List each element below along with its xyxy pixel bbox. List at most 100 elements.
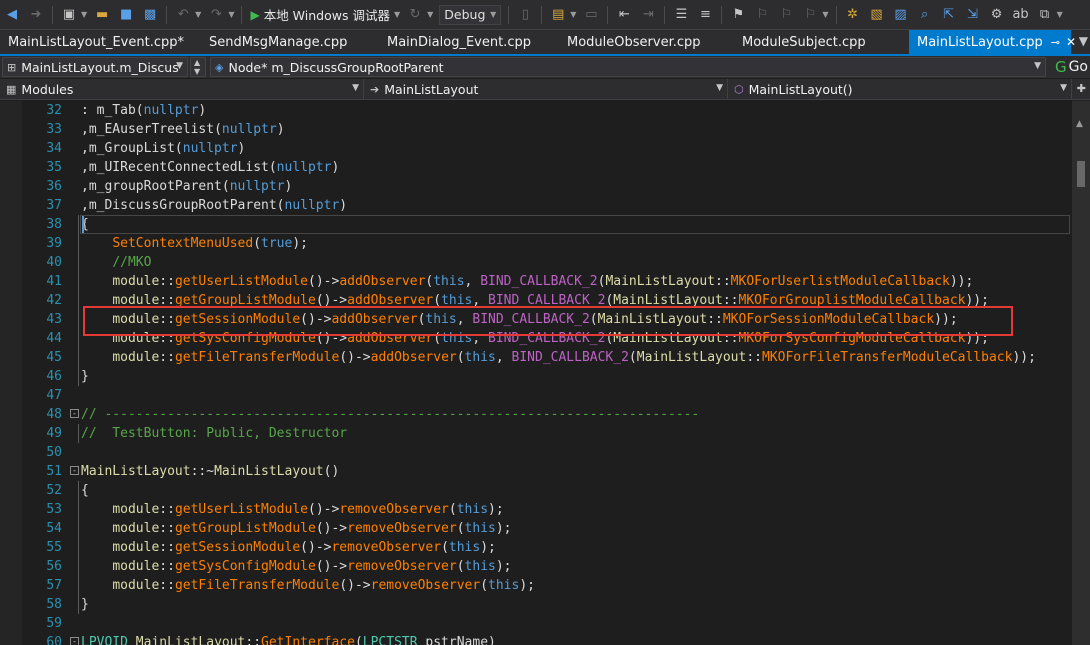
new-project-icon[interactable]: ▣ [58,4,80,26]
refresh-icon[interactable]: ↻ [404,4,426,26]
code-line[interactable]: 35 ,m_UIRecentConnectedList(nullptr) [0,158,1072,177]
undo-icon[interactable]: ↶ [172,4,194,26]
chevron-down-icon[interactable]: ▼ [822,10,828,19]
window-icon[interactable]: ▭ [580,4,602,26]
code-line[interactable]: 32: m_Tab(nullptr) [0,101,1072,120]
function-combo[interactable]: ⬡ MainListLayout() ▼ [728,79,1072,99]
code-line[interactable]: 36 ,m_groupRootParent(nullptr) [0,177,1072,196]
tool-icon[interactable]: ⧉ [1034,4,1056,26]
split-window-icon[interactable]: ✚ [1077,82,1086,95]
code-line[interactable]: 52 { [0,481,1072,500]
tool-icon[interactable]: ⚙ [986,4,1008,26]
open-folder-icon[interactable]: ▬ [91,4,113,26]
go-button[interactable]: G Go [1055,57,1088,77]
code-token: m_EAuserTreelist [88,122,215,137]
code-token: :: [159,331,175,346]
code-token: MainListLayout [613,331,723,346]
code-line[interactable]: 53 module::getUserListModule()->removeOb… [0,500,1072,519]
chevron-down-icon[interactable]: ▼ [81,10,87,19]
next-bookmark-icon[interactable]: ⚐ [775,4,797,26]
combo-spinner[interactable]: ▲ ▼ [190,57,206,77]
close-icon[interactable]: ✕ [1066,35,1076,49]
code-line[interactable]: 58} [0,595,1072,614]
redo-icon[interactable]: ↷ [205,4,227,26]
outdent-icon[interactable]: ⇤ [613,4,635,26]
chevron-down-icon[interactable]: ▼ [1057,10,1063,19]
code-token: // -------------------------------------… [81,407,700,422]
chevron-down-icon[interactable]: ▼ [228,10,234,19]
scrollbar-thumb[interactable] [1077,161,1085,187]
fold-toggle-icon[interactable]: - [70,637,79,645]
tool-icon[interactable]: ▧ [866,4,888,26]
clear-bookmarks-icon[interactable]: ⚐ [799,4,821,26]
code-line[interactable]: 48-// ----------------------------------… [0,405,1072,424]
tab-maindialog-event[interactable]: MainDialog_Event.cpp [379,30,559,54]
chevron-down-icon: ▼ [716,83,723,93]
code-token: , [464,274,481,289]
indent-icon[interactable]: ⇥ [637,4,659,26]
code-line[interactable]: 47 [0,386,1072,405]
code-line[interactable]: 59 [0,614,1072,633]
tab-mainlistlayout-event[interactable]: MainListLayout_Event.cpp* [0,30,201,54]
code-token: ( [174,141,183,156]
device-icon[interactable]: ▯ [514,4,536,26]
code-line[interactable]: 34 ,m_GroupList(nullptr) [0,139,1072,158]
forward-icon[interactable]: ➜ [25,4,47,26]
tab-overflow-icon[interactable]: ▼ [1079,34,1088,48]
scope-combo[interactable]: ➔ MainListLayout ▼ [364,79,728,99]
pin-icon[interactable]: ⊸ [1051,36,1060,49]
previous-bookmark-icon[interactable]: ⚐ [751,4,773,26]
code-line[interactable]: 43 module::getSessionModule()->addObserv… [0,310,1072,329]
abc-spell-icon[interactable]: ab [1010,4,1032,26]
code-line[interactable]: 37 ,m_DiscussGroupRootParent(nullptr) [0,196,1072,215]
code-line[interactable]: 51- MainListLayout::~MainListLayout() [0,462,1072,481]
save-icon[interactable]: ■ [115,4,137,26]
code-line[interactable]: 38{ [0,215,1072,234]
navigate-icon[interactable]: ⇱ [938,4,960,26]
code-line[interactable]: 39 SetContextMenuUsed(true); [0,234,1072,253]
save-all-icon[interactable]: ▩ [139,4,161,26]
chevron-down-icon[interactable]: ▼ [570,10,576,19]
fold-toggle-icon[interactable]: - [70,409,79,418]
uncomment-lines-icon[interactable]: ≡ [694,4,716,26]
fold-toggle-icon[interactable]: - [70,466,79,475]
line-number: 47 [46,388,62,403]
class-member-combo[interactable]: ⊞ MainListLayout.m_Discus ▼ [2,57,188,77]
tab-mainlistlayout[interactable]: MainListLayout.cpp ⊸ ✕ [909,30,1076,54]
code-line[interactable]: 56 module::getSysConfigModule()->removeO… [0,557,1072,576]
tab-sendmsgmanage[interactable]: SendMsgManage.cpp [201,30,379,54]
code-line[interactable]: 33 ,m_EAuserTreelist(nullptr) [0,120,1072,139]
code-line[interactable]: 42 module::getGroupListModule()->addObse… [0,291,1072,310]
find-in-files-icon[interactable]: ▤ [547,4,569,26]
comment-lines-icon[interactable]: ☰ [670,4,692,26]
chevron-down-icon[interactable]: ▼ [394,10,400,19]
code-line[interactable]: 46} [0,367,1072,386]
scroll-up-icon[interactable]: ▲ [1076,119,1083,129]
tab-moduleobserver[interactable]: ModuleObserver.cpp [559,30,734,54]
code-line[interactable]: 54 module::getGroupListModule()->removeO… [0,519,1072,538]
tab-modulesubject[interactable]: ModuleSubject.cpp [734,30,909,54]
start-debugging-button[interactable]: ▶ 本地 Windows 调试器 [246,5,393,24]
bookmark-icon[interactable]: ⚑ [727,4,749,26]
code-line[interactable]: 60- LPVOID MainListLayout::GetInterface(L… [0,633,1072,645]
code-line[interactable]: 55 module::getSessionModule()->removeObs… [0,538,1072,557]
chevron-down-icon[interactable]: ▼ [195,10,201,19]
code-line[interactable]: 50 [0,443,1072,462]
code-line[interactable]: 40 //MKO [0,253,1072,272]
chevron-down-icon[interactable]: ▼ [427,10,433,19]
member-combo[interactable]: ◈ Node* m_DiscussGroupRootParent ▼ [210,57,1046,77]
code-line[interactable]: 45 module::getFileTransferModule()->addO… [0,348,1072,367]
tool-icon[interactable]: ▨ [890,4,912,26]
code-line[interactable]: 57 module::getFileTransferModule()->remo… [0,576,1072,595]
search-icon[interactable]: ⌕ [914,4,936,26]
code-line[interactable]: 44 module::getSysConfigModule()->addObse… [0,329,1072,348]
project-combo[interactable]: ▦ Modules ▼ [0,79,364,99]
back-icon[interactable]: ◀ [1,4,23,26]
code-line[interactable]: 49 // TestButton: Public, Destructor [0,424,1072,443]
navigate-icon[interactable]: ⇲ [962,4,984,26]
code-editor[interactable]: 32: m_Tab(nullptr) 33 ,m_EAuserTreelist(nu… [0,101,1072,645]
extension-icon[interactable]: ✲ [842,4,864,26]
code-line[interactable]: 41 module::getUserListModule()->addObser… [0,272,1072,291]
vertical-scrollbar[interactable]: ▲ [1072,101,1090,645]
solution-configuration-select[interactable]: Debug ▼ [439,4,502,25]
